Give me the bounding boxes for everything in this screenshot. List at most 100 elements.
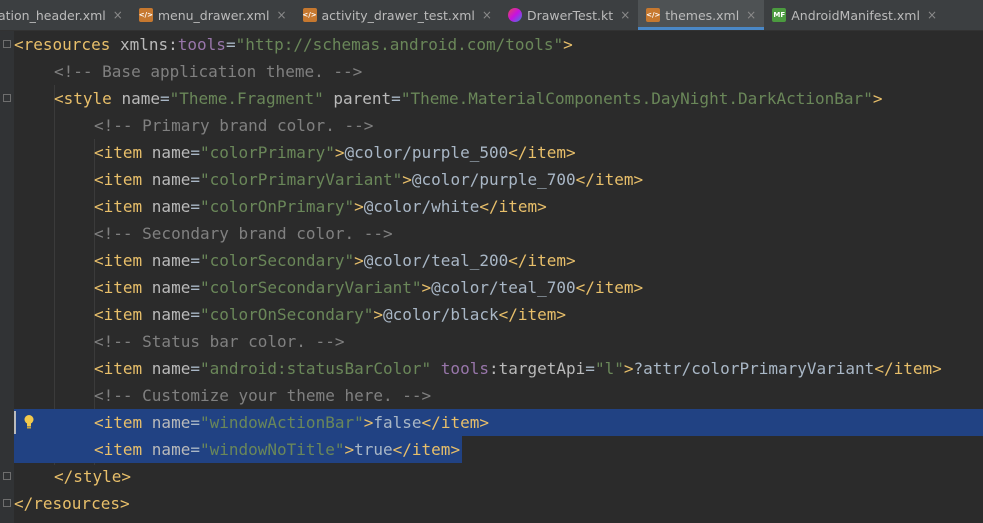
token-val: "windowNoTitle" bbox=[199, 440, 345, 459]
code-line[interactable]: <item name="colorSecondaryVariant">@colo… bbox=[0, 274, 983, 301]
token-txt: = bbox=[190, 278, 200, 297]
token-tag: > bbox=[563, 35, 573, 54]
token-txt: = bbox=[190, 251, 200, 270]
tab-themes-xml[interactable]: </> themes.xml × bbox=[638, 0, 765, 30]
token-cmt: <!-- Primary brand color. --> bbox=[94, 116, 374, 135]
close-icon[interactable]: × bbox=[113, 8, 123, 22]
code-line[interactable]: <item name="windowNoTitle">true</item> bbox=[0, 436, 983, 463]
tab-drawertest-kt[interactable]: DrawerTest.kt × bbox=[500, 0, 638, 30]
token-txt: = bbox=[190, 305, 200, 324]
code-line[interactable]: <!-- Base application theme. --> bbox=[0, 58, 983, 85]
code-line[interactable]: <item name="colorOnPrimary">@color/white… bbox=[0, 193, 983, 220]
token-txt: @color/purple_700 bbox=[411, 170, 576, 189]
token-val: "l" bbox=[594, 359, 624, 378]
token-tag: <item bbox=[94, 143, 152, 162]
close-icon[interactable]: × bbox=[482, 8, 492, 22]
token-txt: = bbox=[585, 359, 595, 378]
token-attr: name bbox=[151, 143, 191, 162]
code-line[interactable]: <style name="Theme.Fragment" parent="The… bbox=[0, 85, 983, 112]
token-tag: > bbox=[373, 305, 383, 324]
token-attr: :targetApi bbox=[488, 359, 586, 378]
token-tag: </item> bbox=[498, 305, 567, 324]
tab-label: DrawerTest.kt bbox=[526, 7, 614, 23]
code-text: <item name="colorPrimary">@color/purple_… bbox=[94, 139, 576, 166]
code-text: <resources xmlns:tools="http://schemas.a… bbox=[14, 31, 573, 58]
token-tag: </item> bbox=[421, 413, 489, 432]
token-tag: > bbox=[872, 89, 883, 108]
close-icon[interactable]: × bbox=[620, 8, 630, 22]
tab-androidmanifest-xml[interactable]: MF AndroidManifest.xml × bbox=[764, 0, 945, 30]
token-tag: <resources bbox=[14, 35, 120, 54]
code-text: <item name="colorSecondaryVariant">@colo… bbox=[94, 274, 643, 301]
token-txt: = bbox=[190, 170, 200, 189]
code-text: <style name="Theme.Fragment" parent="The… bbox=[54, 85, 882, 112]
code-line[interactable]: <item name="colorSecondary">@color/teal_… bbox=[0, 247, 983, 274]
token-attr: name bbox=[121, 89, 160, 108]
token-attr: name bbox=[151, 440, 191, 459]
token-tag: </item> bbox=[575, 278, 644, 297]
code-text: <item name="android:statusBarColor" tool… bbox=[94, 355, 942, 382]
token-ns: tools bbox=[177, 35, 226, 54]
lightbulb-icon[interactable] bbox=[22, 413, 36, 431]
code-line[interactable]: </resources> bbox=[0, 490, 983, 517]
token-tag: </item> bbox=[392, 440, 461, 459]
close-icon[interactable]: × bbox=[276, 8, 286, 22]
token-val: "colorPrimaryVariant" bbox=[199, 170, 403, 189]
code-line[interactable]: <!-- Primary brand color. --> bbox=[0, 112, 983, 139]
token-attr: name bbox=[151, 305, 191, 324]
token-txt: @color/black bbox=[383, 305, 499, 324]
code-line[interactable]: <item name="windowActionBar">false</item… bbox=[0, 409, 983, 436]
code-line[interactable]: <item name="colorOnSecondary">@color/bla… bbox=[0, 301, 983, 328]
code-line[interactable]: </style> bbox=[0, 463, 983, 490]
tab-menu-drawer-xml[interactable]: </> menu_drawer.xml × bbox=[131, 0, 295, 30]
editor-tab-bar: ation_header.xml × </> menu_drawer.xml × </> a… bbox=[0, 0, 983, 31]
token-tag: > bbox=[354, 251, 364, 270]
token-val: "colorSecondaryVariant" bbox=[199, 278, 422, 297]
token-tag: <item bbox=[94, 305, 152, 324]
token-tag: <item bbox=[94, 359, 152, 378]
close-icon[interactable]: × bbox=[746, 8, 756, 22]
token-cmt: <!-- Status bar color. --> bbox=[94, 332, 345, 351]
code-text: <item name="colorSecondary">@color/teal_… bbox=[94, 247, 576, 274]
token-val: "http://schemas.android.com/tools" bbox=[235, 35, 564, 54]
code-text: <item name="colorOnPrimary">@color/white… bbox=[94, 193, 547, 220]
token-txt: = bbox=[190, 413, 200, 432]
tab-ation-header-xml[interactable]: ation_header.xml × bbox=[0, 0, 131, 30]
token-attr: name bbox=[151, 359, 191, 378]
token-val: "windowActionBar" bbox=[199, 413, 364, 432]
token-tag: </item> bbox=[874, 359, 942, 378]
code-line[interactable]: <item name="colorPrimaryVariant">@color/… bbox=[0, 166, 983, 193]
token-txt: ?attr/colorPrimaryVariant bbox=[633, 359, 875, 378]
token-val: "Theme.Fragment" bbox=[169, 89, 324, 108]
token-cmt: <!-- Secondary brand color. --> bbox=[94, 224, 393, 243]
xml-file-icon: </> bbox=[646, 8, 660, 22]
close-icon[interactable]: × bbox=[927, 8, 937, 22]
token-txt: = bbox=[159, 89, 170, 108]
token-txt: = bbox=[190, 197, 200, 216]
code-line[interactable]: <item name="colorPrimary">@color/purple_… bbox=[0, 139, 983, 166]
tab-activity-drawer-test-xml[interactable]: </> activity_drawer_test.xml × bbox=[295, 0, 500, 30]
code-line[interactable]: <item name="android:statusBarColor" tool… bbox=[0, 355, 983, 382]
code-line[interactable]: <!-- Secondary brand color. --> bbox=[0, 220, 983, 247]
code-line[interactable]: <!-- Customize your theme here. --> bbox=[0, 382, 983, 409]
token-tag: > bbox=[354, 197, 364, 216]
code-line[interactable]: <resources xmlns:tools="http://schemas.a… bbox=[0, 31, 983, 58]
token-tag: > bbox=[421, 278, 432, 297]
token-attr: name bbox=[151, 413, 191, 432]
token-attr: name bbox=[151, 197, 191, 216]
token-txt: @color/purple_500 bbox=[344, 143, 509, 162]
token-txt: @color/teal_700 bbox=[431, 278, 576, 297]
code-editor[interactable]: <resources xmlns:tools="http://schemas.a… bbox=[0, 31, 983, 523]
token-txt: @color/teal_200 bbox=[363, 251, 509, 270]
tab-label: activity_drawer_test.xml bbox=[321, 7, 475, 23]
code-line[interactable]: <!-- Status bar color. --> bbox=[0, 328, 983, 355]
token-val: "colorOnPrimary" bbox=[199, 197, 355, 216]
tab-label: AndroidManifest.xml bbox=[791, 7, 920, 23]
token-txt: @color/white bbox=[363, 197, 480, 216]
token-txt: = bbox=[190, 359, 200, 378]
token-txt: = bbox=[190, 143, 200, 162]
token-tag: <item bbox=[94, 197, 152, 216]
token-txt: = bbox=[391, 89, 401, 108]
token-tag: <item bbox=[94, 170, 152, 189]
